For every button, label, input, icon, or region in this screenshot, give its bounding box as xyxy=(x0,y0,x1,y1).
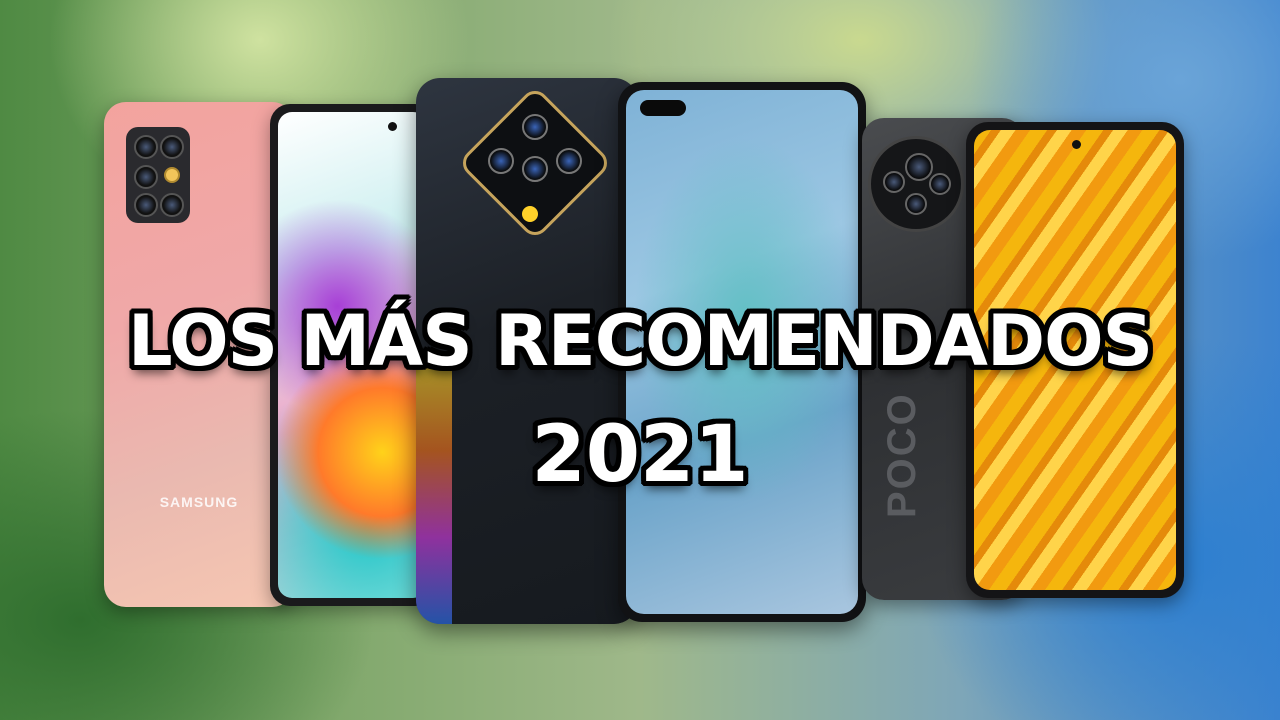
front-camera-icon xyxy=(388,122,397,131)
camera-lens xyxy=(134,165,158,189)
camera-lens xyxy=(134,135,158,159)
headline-title: LOS MÁS RECOMENDADOS xyxy=(128,300,1153,382)
camera-lens xyxy=(160,193,184,217)
camera-lens xyxy=(522,156,548,182)
camera-lens xyxy=(556,148,582,174)
camera-lens xyxy=(929,173,951,195)
camera-lens xyxy=(160,135,184,159)
camera-lens xyxy=(134,193,158,217)
front-camera-icon xyxy=(640,100,686,116)
headline-year: 2021 xyxy=(531,410,749,500)
camera-lens xyxy=(883,171,905,193)
camera-lens xyxy=(522,114,548,140)
front-camera-icon xyxy=(1072,140,1081,149)
camera-lens xyxy=(905,193,927,215)
camera-lens xyxy=(905,153,933,181)
camera-module xyxy=(126,127,190,223)
flash-icon xyxy=(164,167,180,183)
camera-module xyxy=(868,136,964,232)
flash-icon xyxy=(522,206,538,222)
camera-lens xyxy=(488,148,514,174)
